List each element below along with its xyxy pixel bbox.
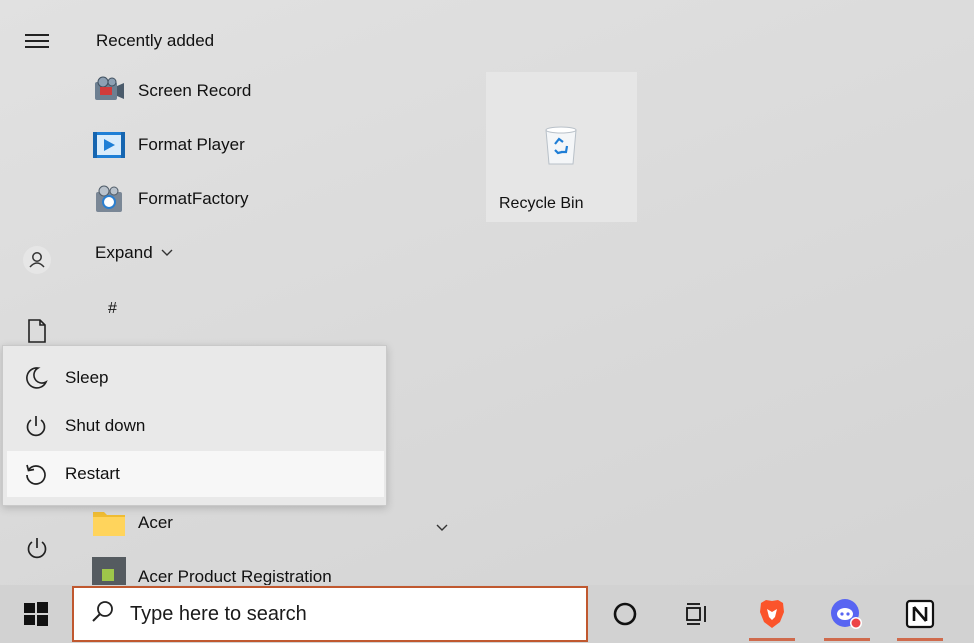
active-app-indicator <box>749 638 795 641</box>
power-option-label: Shut down <box>65 416 146 435</box>
app-item-acer-product-registration[interactable]: Acer Product Registration <box>90 555 450 585</box>
power-option-label: Restart <box>65 464 120 483</box>
tile-label: Recycle Bin <box>499 195 584 212</box>
expand-label: Expand <box>95 243 153 262</box>
expand-button[interactable]: Expand <box>95 243 173 263</box>
recently-added-header: Recently added <box>96 31 215 50</box>
taskbar-search-box[interactable]: Type here to search <box>72 586 588 642</box>
app-item-acer-folder[interactable]: Acer <box>90 500 450 546</box>
app-item-formatfactory[interactable]: FormatFactory <box>90 176 450 222</box>
hamburger-menu-icon[interactable] <box>14 18 60 64</box>
power-flyout: Sleep Shut down Restart <box>2 345 387 506</box>
chevron-down-icon <box>161 244 173 262</box>
brave-browser-icon[interactable] <box>743 585 801 643</box>
notion-icon[interactable] <box>891 585 949 643</box>
recycle-bin-icon <box>540 122 582 173</box>
power-option-shut-down[interactable]: Shut down <box>7 403 384 449</box>
windows-logo-icon[interactable] <box>8 585 64 643</box>
power-option-sleep[interactable]: Sleep <box>7 355 384 401</box>
app-item-screen-record[interactable]: Screen Record <box>90 68 450 114</box>
app-label: FormatFactory <box>138 189 249 208</box>
power-icon <box>7 414 65 438</box>
search-placeholder: Type here to search <box>130 602 307 625</box>
restart-icon <box>7 462 65 486</box>
format-player-icon <box>90 126 128 164</box>
taskbar: Type here to search <box>0 585 974 643</box>
cortana-circle-icon[interactable] <box>596 585 654 643</box>
discord-icon[interactable] <box>818 585 876 643</box>
folder-icon <box>90 504 128 542</box>
power-option-restart[interactable]: Restart <box>7 451 384 497</box>
app-item-format-player[interactable]: Format Player <box>90 122 450 168</box>
acer-registration-icon <box>90 555 128 585</box>
letter-group-header[interactable]: # <box>108 300 117 318</box>
power-option-label: Sleep <box>65 368 109 387</box>
task-view-icon[interactable] <box>668 585 726 643</box>
search-icon <box>90 599 116 630</box>
app-label: Format Player <box>138 135 245 154</box>
formatfactory-icon <box>90 180 128 218</box>
app-label: Acer Product Registration <box>138 567 332 585</box>
screen-record-icon <box>90 72 128 110</box>
active-app-indicator <box>824 638 870 641</box>
start-menu: Recently added Screen Record Format Play… <box>0 0 974 585</box>
chevron-down-icon[interactable] <box>436 519 448 537</box>
power-rail-icon[interactable] <box>14 525 60 571</box>
app-label: Acer <box>138 513 173 532</box>
tile-recycle-bin[interactable]: Recycle Bin <box>486 72 637 222</box>
active-app-indicator <box>897 638 943 641</box>
user-account-icon[interactable] <box>14 237 60 283</box>
app-label: Screen Record <box>138 81 252 100</box>
moon-icon <box>7 366 65 390</box>
